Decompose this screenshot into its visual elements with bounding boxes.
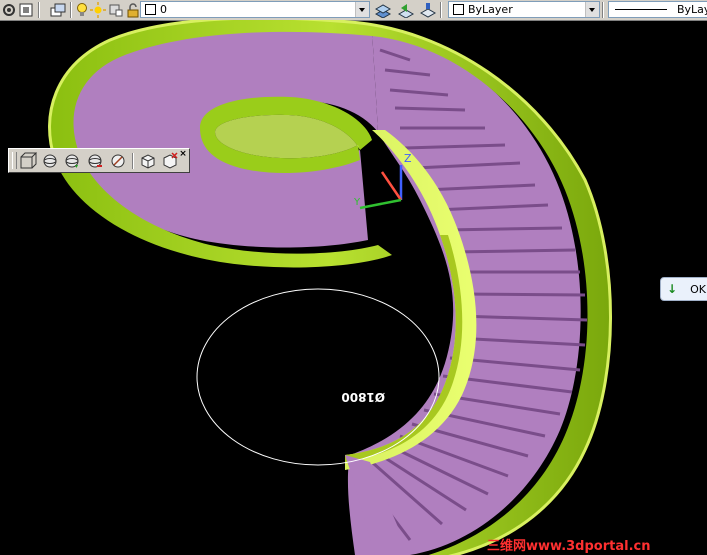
linetype-preview-line <box>615 9 667 10</box>
diameter-dimension-label: Ø1800 <box>341 390 385 404</box>
layer-on-bulb-icon[interactable] <box>74 2 90 18</box>
layer-previous-icon[interactable] <box>398 2 414 18</box>
color-dropdown-value: ByLayer <box>468 3 513 16</box>
site-watermark: 三维网www.3dportal.cn <box>487 539 651 554</box>
linetype-dropdown-value: ByLay <box>677 3 707 16</box>
3d-orbit-icon[interactable] <box>41 152 59 170</box>
layer-unlock-icon[interactable] <box>125 2 141 18</box>
3d-free-orbit-icon[interactable] <box>63 152 81 170</box>
properties-toolbar: 0 ByLayer ByLay <box>0 0 707 21</box>
layer-manager-icon[interactable] <box>18 2 34 18</box>
svg-text:Z: Z <box>404 152 412 165</box>
layer-states-icon[interactable] <box>50 2 66 18</box>
layer-isolate-icon[interactable] <box>420 2 436 18</box>
view-navigation-toolbar: × <box>8 148 190 173</box>
toolbar-separator <box>602 2 604 18</box>
settings-icon[interactable] <box>1 2 17 18</box>
svg-text:Y: Y <box>353 197 361 208</box>
ok-button[interactable]: ↓ OK <box>660 277 707 301</box>
close-icon[interactable]: × <box>179 150 187 159</box>
toolbar-separator <box>132 153 134 169</box>
3d-box-view-icon[interactable] <box>139 152 157 170</box>
3d-swivel-icon[interactable] <box>109 152 127 170</box>
chevron-down-icon[interactable] <box>585 2 599 17</box>
3d-wireframe-box-icon[interactable] <box>19 152 37 170</box>
make-object-layer-current-icon[interactable] <box>375 2 391 18</box>
3d-continuous-orbit-icon[interactable] <box>86 152 104 170</box>
color-swatch <box>453 4 464 15</box>
layer-viewport-icon[interactable] <box>108 2 124 18</box>
chevron-down-icon[interactable] <box>355 2 369 17</box>
toolbar-grip[interactable] <box>12 152 17 169</box>
layer-thaw-sun-icon[interactable] <box>90 2 106 18</box>
layer-dropdown-value: 0 <box>160 3 167 16</box>
toolbar-separator <box>38 2 40 18</box>
arrow-down-icon: ↓ <box>667 282 678 296</box>
3d-clip-box-icon[interactable] <box>161 152 179 170</box>
toolbar-separator <box>70 2 72 18</box>
toolbar-separator <box>440 2 442 18</box>
drawing-viewport[interactable]: Ø1800 Z Y <box>0 20 707 555</box>
layer-dropdown[interactable]: 0 <box>140 1 370 18</box>
layer-color-swatch <box>145 4 156 15</box>
color-dropdown[interactable]: ByLayer <box>448 1 600 18</box>
ok-button-label: OK <box>690 282 706 296</box>
linetype-dropdown[interactable]: ByLay <box>608 1 707 18</box>
